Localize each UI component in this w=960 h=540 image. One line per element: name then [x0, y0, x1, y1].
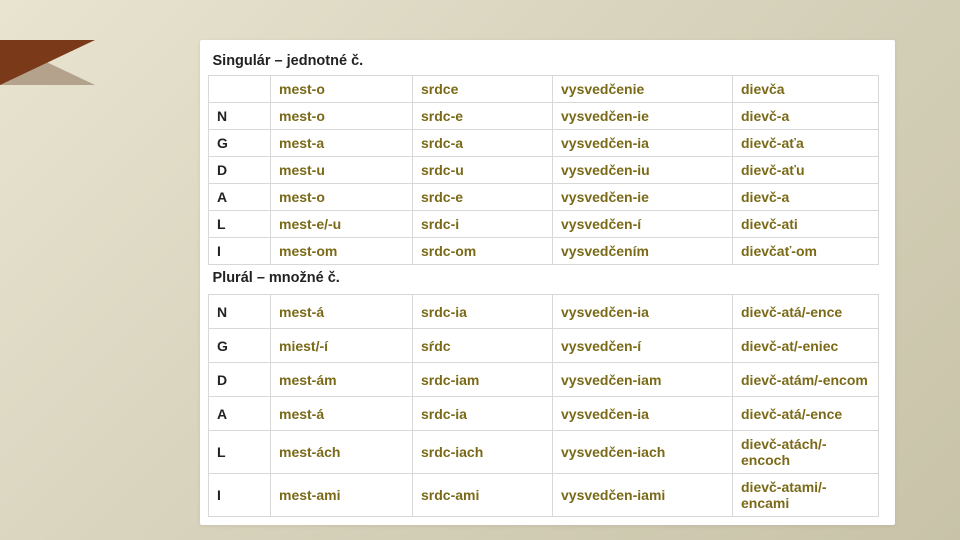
cell: vysvedčen-ia [553, 295, 733, 329]
case-label: I [209, 474, 271, 517]
cell: srdc-ia [413, 295, 553, 329]
cell: dievč-atá/-ence [733, 295, 879, 329]
table-row: D mest-ám srdc-iam vysvedčen-iam dievč-a… [209, 363, 879, 397]
cell: dievč-atá/-ence [733, 397, 879, 431]
cell: mest-ách [271, 431, 413, 474]
cell: vysvedčením [553, 237, 733, 264]
table-row: N mest-á srdc-ia vysvedčen-ia dievč-atá/… [209, 295, 879, 329]
case-label: A [209, 183, 271, 210]
cell: dievč-atách/-encoch [733, 431, 879, 474]
case-label: D [209, 156, 271, 183]
cell: sŕdc [413, 329, 553, 363]
declension-card: Singulár – jednotné č. mest-o srdce vysv… [200, 40, 895, 525]
cell: srdc-ia [413, 397, 553, 431]
accent-shape [0, 40, 95, 85]
cell: vysvedčen-ia [553, 129, 733, 156]
cell: srdc-om [413, 237, 553, 264]
header-mesto: mest-o [271, 75, 413, 102]
cell: mest-á [271, 397, 413, 431]
case-label: N [209, 102, 271, 129]
table-row: N mest-o srdc-e vysvedčen-ie dievč-a [209, 102, 879, 129]
cell: srdc-iam [413, 363, 553, 397]
case-label: G [209, 329, 271, 363]
case-label: L [209, 431, 271, 474]
plural-title: Plurál – množné č. [209, 264, 879, 291]
cell: miest/-í [271, 329, 413, 363]
cell: mest-e/-u [271, 210, 413, 237]
cell: mest-o [271, 102, 413, 129]
cell: mest-u [271, 156, 413, 183]
cell: vysvedčen-iami [553, 474, 733, 517]
cell: vysvedčen-ie [553, 183, 733, 210]
cell: vysvedčen-ie [553, 102, 733, 129]
cell: dievčať-om [733, 237, 879, 264]
table-row: I mest-ami srdc-ami vysvedčen-iami dievč… [209, 474, 879, 517]
cell: srdc-u [413, 156, 553, 183]
cell: srdc-iach [413, 431, 553, 474]
table-row: G miest/-í sŕdc vysvedčen-í dievč-at/-en… [209, 329, 879, 363]
cell: mest-om [271, 237, 413, 264]
cell: mest-ám [271, 363, 413, 397]
cell: dievč-a [733, 102, 879, 129]
cell: srdc-e [413, 102, 553, 129]
table-row: L mest-e/-u srdc-i vysvedčen-í dievč-ati [209, 210, 879, 237]
table-row: A mest-á srdc-ia vysvedčen-ia dievč-atá/… [209, 397, 879, 431]
cell: mest-ami [271, 474, 413, 517]
plural-table: N mest-á srdc-ia vysvedčen-ia dievč-atá/… [208, 294, 879, 517]
table-row: A mest-o srdc-e vysvedčen-ie dievč-a [209, 183, 879, 210]
cell: mest-o [271, 183, 413, 210]
cell: dievč-atám/-encom [733, 363, 879, 397]
cell: vysvedčen-iam [553, 363, 733, 397]
table-row: D mest-u srdc-u vysvedčen-iu dievč-aťu [209, 156, 879, 183]
case-label: L [209, 210, 271, 237]
cell: mest-á [271, 295, 413, 329]
cell: vysvedčen-iu [553, 156, 733, 183]
singular-title: Singulár – jednotné č. [209, 48, 879, 75]
cell: dievč-a [733, 183, 879, 210]
singular-table: Singulár – jednotné č. mest-o srdce vysv… [208, 48, 879, 291]
cell: vysvedčen-í [553, 329, 733, 363]
case-label: A [209, 397, 271, 431]
cell: dievč-ati [733, 210, 879, 237]
cell: srdc-i [413, 210, 553, 237]
cell: srdc-ami [413, 474, 553, 517]
header-srdce: srdce [413, 75, 553, 102]
case-label: G [209, 129, 271, 156]
cell: vysvedčen-ia [553, 397, 733, 431]
header-dievca: dievča [733, 75, 879, 102]
header-vysvedcenie: vysvedčenie [553, 75, 733, 102]
cell: vysvedčen-iach [553, 431, 733, 474]
cell: vysvedčen-í [553, 210, 733, 237]
table-row: G mest-a srdc-a vysvedčen-ia dievč-aťa [209, 129, 879, 156]
cell: dievč-atami/-encami [733, 474, 879, 517]
header-empty [209, 75, 271, 102]
case-label: I [209, 237, 271, 264]
cell: srdc-a [413, 129, 553, 156]
singular-header-row: mest-o srdce vysvedčenie dievča [209, 75, 879, 102]
cell: dievč-aťa [733, 129, 879, 156]
cell: dievč-at/-eniec [733, 329, 879, 363]
table-row: L mest-ách srdc-iach vysvedčen-iach diev… [209, 431, 879, 474]
cell: dievč-aťu [733, 156, 879, 183]
cell: mest-a [271, 129, 413, 156]
case-label: D [209, 363, 271, 397]
case-label: N [209, 295, 271, 329]
cell: srdc-e [413, 183, 553, 210]
table-row: I mest-om srdc-om vysvedčením dievčať-om [209, 237, 879, 264]
